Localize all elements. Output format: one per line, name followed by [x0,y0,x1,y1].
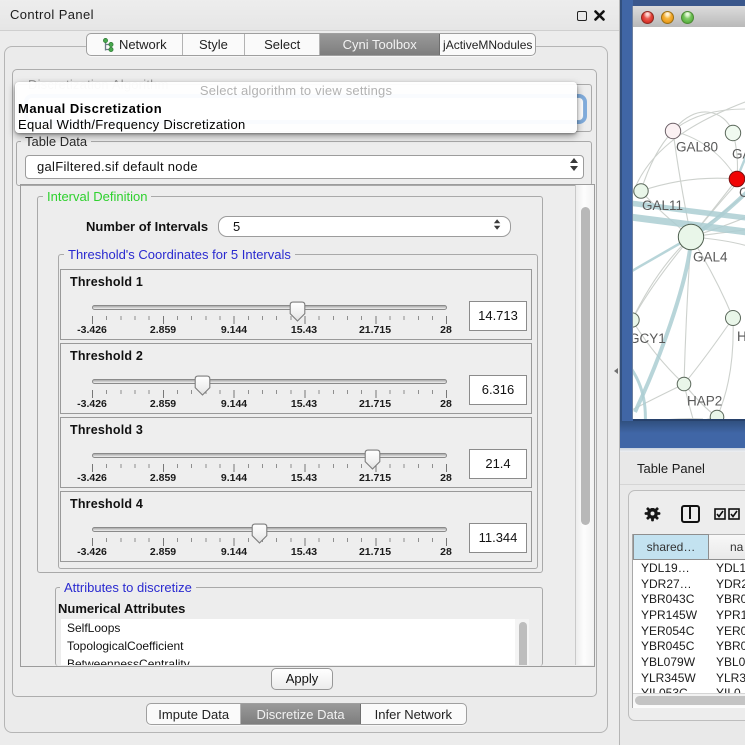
svg-text:GAL4: GAL4 [693,250,728,265]
svg-text:GCY1: GCY1 [633,331,666,346]
svg-text:GA: GA [732,147,745,162]
svg-text:GAL80: GAL80 [676,140,718,155]
svg-text:H: H [737,329,745,344]
svg-text:C: C [739,185,745,200]
svg-text:GAL11: GAL11 [642,198,683,213]
svg-text:HAP2: HAP2 [687,394,722,409]
